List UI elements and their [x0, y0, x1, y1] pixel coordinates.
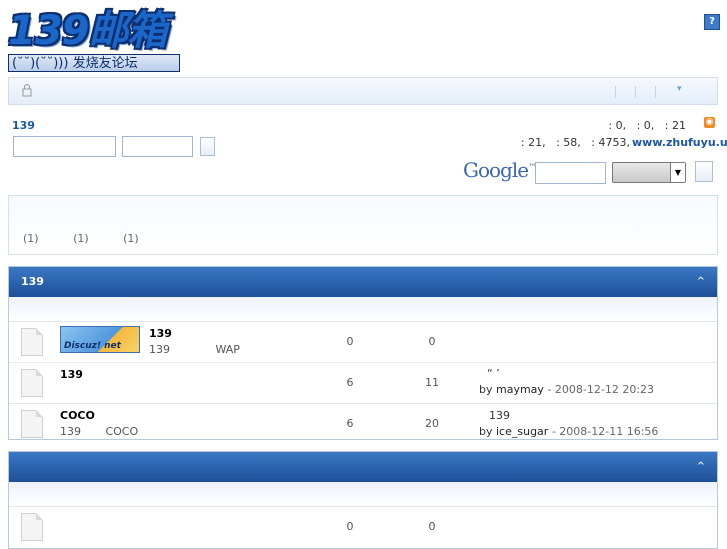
- post-count: 11: [425, 376, 439, 389]
- google-logo: Google™: [463, 158, 536, 182]
- category-subheader: [9, 297, 717, 322]
- forum-logo[interactable]: Discuz! net: [60, 326, 140, 353]
- post-count: 0: [428, 335, 436, 348]
- site-link[interactable]: www.zhufuyu.us: [632, 136, 727, 149]
- forum-status-icon: [21, 328, 43, 356]
- menu-divider: [655, 86, 656, 98]
- last-post-title[interactable]: 139: [489, 409, 510, 422]
- rss-icon[interactable]: ◉: [704, 117, 715, 128]
- thread-count: 0: [346, 520, 354, 533]
- forum-row: Discuz! net 139 139 WAP 0 0: [9, 322, 717, 363]
- last-post-user[interactable]: maymay: [496, 383, 544, 396]
- google-logo-text: Google: [463, 158, 529, 182]
- forum-row: 139 6 11 “ ’ by maymay - 2008-12-12 20:2…: [9, 363, 717, 404]
- member-stats: : 21, : 58, : 4753,: [520, 136, 630, 149]
- forum-description: 139 WAP: [149, 343, 240, 356]
- forum-name[interactable]: 139: [149, 327, 172, 340]
- login-button[interactable]: [200, 137, 215, 156]
- last-post-date: - 2008-12-12 20:23: [543, 383, 655, 396]
- site-logo[interactable]: 139邮箱 (˘˘)(˘˘))) 发烧友论坛: [8, 8, 180, 72]
- menu-divider: [615, 86, 616, 98]
- last-post-by: by: [479, 383, 496, 396]
- logo-sub-text: (˘˘)(˘˘))) 发烧友论坛: [8, 54, 180, 72]
- forum-status-icon: [21, 369, 43, 397]
- chevron-down-icon[interactable]: ▾: [677, 84, 682, 94]
- help-icon[interactable]: ?: [704, 14, 720, 30]
- forum-row: COCO 139 COCO 6 20 139 by ice_sugar - 20…: [9, 404, 717, 444]
- username-input[interactable]: [13, 136, 116, 157]
- post-count: 0: [428, 520, 436, 533]
- forum-row: 0 0: [9, 507, 717, 547]
- thread-count: 6: [346, 417, 354, 430]
- thread-count: 0: [346, 335, 354, 348]
- collapse-icon[interactable]: ^: [697, 267, 705, 297]
- logo-main-text: 139邮箱: [8, 8, 167, 54]
- last-post-title[interactable]: “ ’: [487, 367, 500, 380]
- last-post-date: - 2008-12-11 16:56: [548, 425, 659, 438]
- forum-stats: : 0, : 0, : 21: [608, 119, 686, 132]
- last-post-info: by maymay - 2008-12-12 20:23: [479, 383, 654, 396]
- google-search-input[interactable]: [535, 162, 606, 184]
- chevron-down-icon[interactable]: ▼: [670, 163, 685, 182]
- forum-description: 139 COCO: [60, 425, 139, 438]
- forum-title[interactable]: 139: [12, 119, 35, 132]
- post-count: 20: [425, 417, 439, 430]
- collapse-icon[interactable]: ^: [697, 452, 705, 482]
- category-subheader: [9, 482, 717, 507]
- category-panel: ^ 0 0: [8, 451, 718, 549]
- category-header: 139 ^: [9, 267, 717, 297]
- thread-count: 6: [346, 376, 354, 389]
- google-search-button[interactable]: [695, 161, 713, 182]
- forum-name[interactable]: COCO: [60, 409, 95, 422]
- forum-name[interactable]: 139: [60, 368, 83, 381]
- category-title[interactable]: 139: [21, 275, 44, 288]
- google-search-select[interactable]: ▼: [612, 162, 686, 183]
- last-post-by: by: [479, 425, 496, 438]
- category-header: ^: [9, 452, 717, 482]
- forum-logo-text: Discuz! net: [64, 341, 121, 351]
- notice-box: (1) (1) (1): [8, 195, 718, 255]
- last-post-info: by ice_sugar - 2008-12-11 16:56: [479, 425, 658, 438]
- notice-items[interactable]: (1) (1) (1): [23, 232, 139, 245]
- user-bar: ▾: [8, 77, 718, 105]
- password-input[interactable]: [122, 136, 193, 157]
- category-panel: 139 ^ Discuz! net 139 139 WAP 0 0 139 6 …: [8, 266, 718, 440]
- last-post-user[interactable]: ice_sugar: [496, 425, 548, 438]
- forum-status-icon: [21, 513, 43, 541]
- forum-status-icon: [21, 410, 43, 438]
- lock-icon: [21, 83, 33, 97]
- menu-divider: [635, 86, 636, 98]
